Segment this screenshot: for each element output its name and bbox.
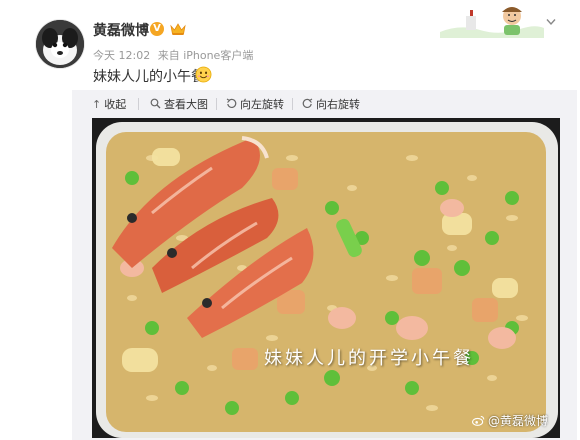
post-text: 妹妹人儿的小午餐 bbox=[93, 69, 205, 85]
rotate-right-label: 向右旋转 bbox=[316, 98, 360, 111]
chevron-down-icon[interactable] bbox=[546, 18, 556, 26]
view-large-button[interactable]: 查看大图 bbox=[150, 96, 208, 112]
view-large-label: 查看大图 bbox=[164, 98, 208, 111]
toolbar-divider bbox=[292, 98, 293, 110]
rotate-left-icon bbox=[226, 98, 237, 111]
verified-badge-icon: V bbox=[150, 22, 164, 36]
weibo-post-card: 黄磊微博 V 今天 12:02 来自 iPhone客户端 妹妹人儿的小午餐 ↑ bbox=[0, 0, 580, 440]
photo-toolbar: ↑ 收起 查看大图 向左旋转 向右旋转 bbox=[72, 90, 577, 118]
magnifier-icon bbox=[150, 98, 161, 111]
collapse-button[interactable]: ↑ 收起 bbox=[92, 96, 126, 112]
smile-emoji-icon bbox=[195, 66, 212, 83]
fried-rice-photo[interactable] bbox=[92, 118, 560, 438]
photo-caption-overlay: 妹妹人儿的开学小午餐 bbox=[264, 348, 474, 369]
collapse-label: 收起 bbox=[104, 98, 127, 111]
rotate-right-button[interactable]: 向右旋转 bbox=[302, 96, 360, 112]
toolbar-divider bbox=[216, 98, 217, 110]
toolbar-divider bbox=[138, 98, 139, 110]
post-source: 来自 iPhone客户端 bbox=[157, 49, 254, 62]
watermark-text: @黄磊微博 bbox=[488, 414, 549, 428]
avatar[interactable] bbox=[36, 20, 84, 68]
vip-crown-icon bbox=[170, 23, 186, 35]
author-name[interactable]: 黄磊微博 bbox=[93, 20, 149, 40]
rotate-right-icon bbox=[302, 98, 313, 111]
rotate-left-label: 向左旋转 bbox=[240, 98, 284, 111]
profile-banner-graphic bbox=[440, 2, 544, 38]
post-meta: 今天 12:02 来自 iPhone客户端 bbox=[93, 47, 257, 63]
rotate-left-button[interactable]: 向左旋转 bbox=[226, 96, 284, 112]
photo-watermark: @黄磊微博 bbox=[472, 412, 548, 429]
arrow-up-icon: ↑ bbox=[92, 97, 102, 111]
weibo-logo-icon bbox=[472, 415, 485, 426]
fried-rice-image bbox=[92, 118, 560, 438]
post-time[interactable]: 今天 12:02 bbox=[93, 49, 150, 62]
